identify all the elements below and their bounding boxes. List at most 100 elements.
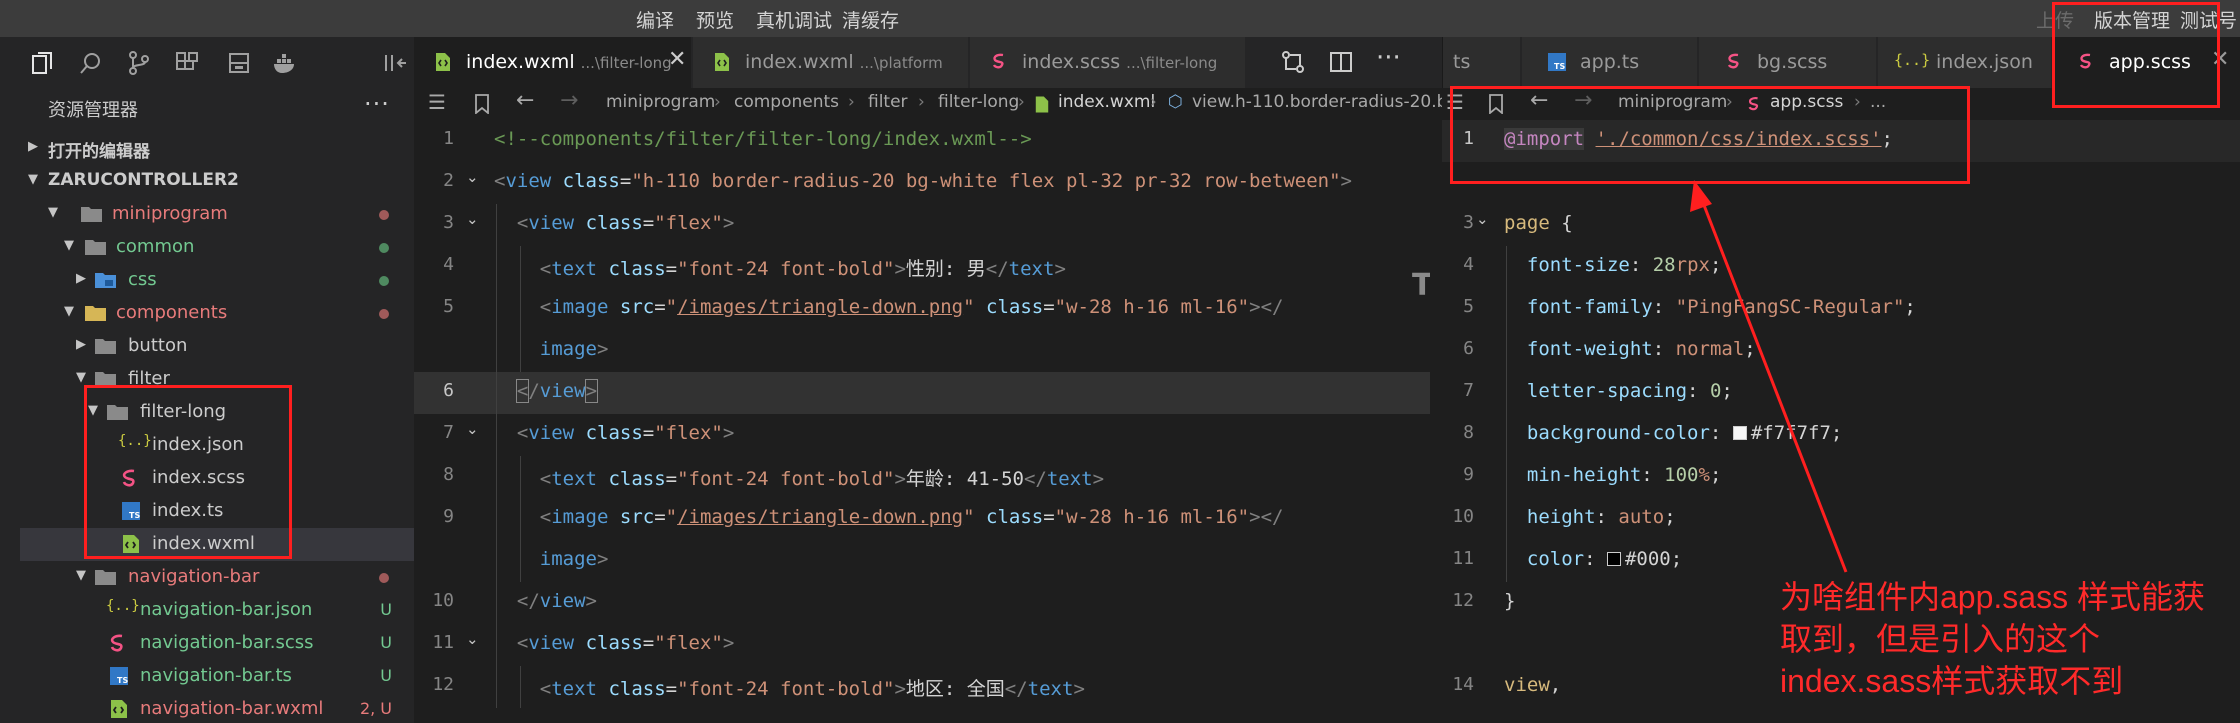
code-line-current: 6 </view> (414, 372, 1430, 414)
open-editors-section[interactable]: ▶ 打开的编辑器 (20, 132, 414, 165)
compare-icon[interactable] (1280, 49, 1306, 75)
tab-bg-scss[interactable]: bg.scss (1699, 37, 1877, 88)
code-line: 10 </view> (414, 582, 1430, 624)
code-line: 5 font-family: "PingFangSC-Regular"; (1442, 288, 2240, 330)
fold-chevron-icon[interactable]: ⌄ (466, 210, 479, 228)
chevron-right-icon: ▶ (76, 337, 86, 352)
tree-item-common[interactable]: ▼ common (20, 231, 414, 264)
code-line: 7 ⌄ <view class="flex"> (414, 414, 1430, 456)
code-line: 3 ⌄ <view class="flex"> (414, 204, 1430, 246)
fold-chevron-icon[interactable]: ⌄ (1476, 210, 1489, 228)
tab-index-wxml-filter-long[interactable]: index.wxml ...\filter-long ✕ (414, 37, 692, 88)
folder-icon (95, 339, 116, 354)
tab-index-json[interactable]: {..} index.json (1878, 37, 2052, 88)
code-text: </view> (515, 379, 599, 403)
tab-app-ts[interactable]: TS app.ts (1522, 37, 1698, 88)
tab-index-scss-filter-long[interactable]: index.scss ...\filter-long (970, 37, 1246, 88)
code-line: 8 background-color: #f7f7f7; (1442, 414, 2240, 456)
bookmark-icon[interactable] (474, 94, 490, 114)
editor-tabs-left: index.wxml ...\filter-long ✕ index.wxml..… (414, 37, 1442, 88)
tree-item-navigation-bar-scss[interactable]: navigation-bar.scss U (20, 627, 414, 660)
fold-chevron-icon[interactable]: ⌄ (466, 168, 479, 186)
annotation-note: 为啥组件内app.sass 样式能获 取到，但是引入的这个 index.sass… (1780, 576, 2240, 702)
color-swatch[interactable] (1732, 426, 1747, 440)
activity-toolbar (0, 37, 414, 88)
outline-list-icon[interactable]: ☰ (428, 90, 446, 114)
code-line: 4 font-size: 28rpx; (1442, 246, 2240, 288)
code-editor-left[interactable]: 1 <!--components/filter/filter-long/inde… (414, 120, 1430, 723)
git-status-dot (379, 309, 389, 319)
breadcrumb-item[interactable]: filter-long (938, 92, 1019, 112)
project-name: ZARUCONTROLLER2 (48, 170, 239, 190)
symbol-box-icon: ⬡ (1168, 92, 1183, 112)
tab-ts-partial[interactable]: ts (1443, 37, 1521, 88)
tree-item-navigation-bar-wxml[interactable]: navigation-bar.wxml 2, U (20, 693, 414, 723)
source-control-icon[interactable] (126, 50, 152, 76)
explorer-icon[interactable] (30, 50, 56, 76)
code-line: 9 min-height: 100%; (1442, 456, 2240, 498)
sidebar-more-button[interactable]: ··· (364, 90, 390, 118)
git-status-dot (379, 243, 389, 253)
menu-bar: 编译 预览 真机调试 清缓存 上传 版本管理 测试号 (0, 0, 2240, 37)
wxml-file-icon (436, 53, 450, 71)
back-arrow-icon[interactable]: ← (516, 88, 534, 113)
tree-item-label: button (128, 335, 188, 356)
tree-item-navigation-bar[interactable]: ▼ navigation-bar (20, 561, 414, 594)
storage-icon[interactable] (226, 50, 252, 76)
color-swatch[interactable] (1606, 552, 1621, 566)
compile-menu[interactable]: 编译 (636, 6, 674, 33)
code-text: <view class="h-110 border-radius-20 bg-w… (494, 170, 1352, 192)
tree-item-css[interactable]: ▶ css (20, 264, 414, 297)
fold-chevron-icon[interactable]: ⌄ (466, 420, 479, 438)
docker-icon[interactable] (272, 50, 298, 76)
search-icon[interactable] (78, 50, 104, 76)
code-text: color: #000; (1526, 548, 1683, 570)
line-number: 3 (1463, 212, 1474, 233)
code-text: </view> (516, 590, 597, 612)
breadcrumb-item[interactable]: miniprogram (606, 92, 715, 112)
tree-item-navigation-bar-ts[interactable]: TS navigation-bar.ts U (20, 660, 414, 693)
tree-item-miniprogram[interactable]: ▼ miniprogram (20, 198, 414, 231)
code-text: image> (539, 338, 609, 360)
code-text: <image src="/images/triangle-down.png" c… (539, 296, 1284, 318)
layout-icon[interactable] (382, 50, 408, 76)
folder-open-icon (81, 207, 102, 222)
tree-item-label: navigation-bar (128, 566, 260, 587)
breadcrumb-item[interactable]: view.h-110.border-radius-20.b (1192, 92, 1447, 112)
tree-item-label: navigation-bar.json (140, 599, 313, 620)
code-text: <view class="flex"> (516, 212, 735, 234)
breadcrumb-item[interactable]: index.wxml (1058, 92, 1155, 112)
more-actions-icon[interactable]: ··· (1376, 43, 1401, 73)
split-editor-icon[interactable] (1328, 49, 1354, 75)
code-text: height: auto; (1526, 506, 1676, 528)
line-number: 2 (443, 170, 454, 191)
extensions-icon[interactable] (174, 50, 200, 76)
code-text: image> (539, 548, 609, 570)
fold-chevron-icon[interactable]: ⌄ (466, 630, 479, 648)
tab-path: ...\filter-long (1126, 54, 1218, 72)
git-status-dot (379, 573, 389, 583)
tree-item-button[interactable]: ▶ button (20, 330, 414, 363)
git-status-badge: U (380, 600, 392, 619)
components-folder-icon (85, 306, 106, 321)
code-text: <view class="flex"> (516, 422, 735, 444)
code-text: letter-spacing: 0; (1526, 380, 1733, 402)
close-icon[interactable]: ✕ (668, 47, 686, 72)
annotation-line: 取到，但是引入的这个 (1780, 621, 2101, 657)
chevron-right-icon: ▶ (28, 139, 38, 154)
code-text: <image src="/images/triangle-down.png" c… (539, 506, 1284, 528)
clear-cache-menu[interactable]: 清缓存 (842, 6, 899, 33)
tree-item-components[interactable]: ▼ components (20, 297, 414, 330)
device-debug-menu[interactable]: 真机调试 (756, 6, 832, 33)
breadcrumb-item[interactable]: filter (868, 92, 908, 112)
code-line: 5 <image src="/images/triangle-down.png"… (414, 288, 1430, 330)
forward-arrow-icon[interactable]: → (560, 88, 578, 113)
project-section[interactable]: ▼ ZARUCONTROLLER2 (20, 165, 414, 198)
breadcrumb-item[interactable]: components (734, 92, 839, 112)
tree-item-navigation-bar-json[interactable]: {..} navigation-bar.json U (20, 594, 414, 627)
tab-index-wxml-platform[interactable]: index.wxml ...\platform (693, 37, 969, 88)
code-line: image> (414, 540, 1430, 582)
scss-file-icon (1727, 53, 1739, 69)
wxml-file-icon (111, 700, 127, 718)
preview-menu[interactable]: 预览 (696, 6, 734, 33)
